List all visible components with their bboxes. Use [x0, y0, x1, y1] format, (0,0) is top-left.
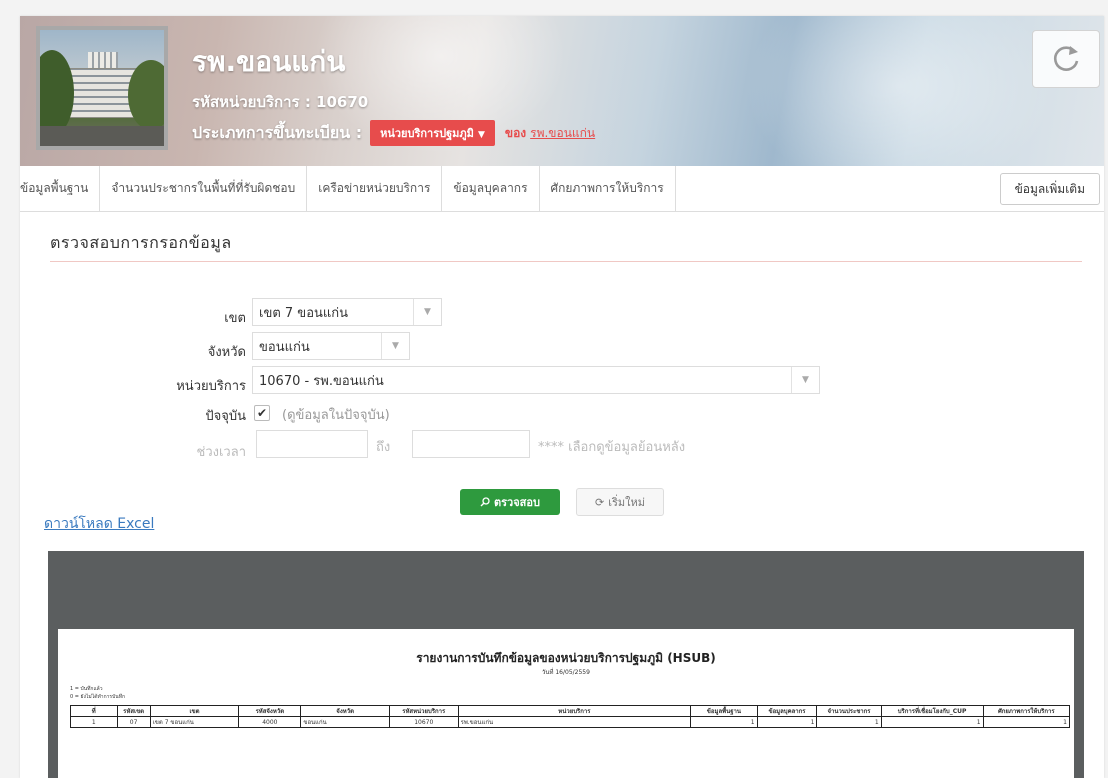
unit-value: 10670 - รพ.ขอนแก่น [259, 373, 384, 389]
zone-value: เขต 7 ขอนแก่น [259, 305, 349, 321]
current-note: (ดูข้อมูลในปัจจุบัน) [282, 408, 390, 423]
period-note: **** เลือกดูข้อมูลย้อนหลัง [538, 440, 686, 455]
table-cell: 1 [982, 716, 1071, 728]
registration-label: ประเภทการขึ้นทะเบียน : [192, 122, 363, 142]
column-header: รหัสเขต [116, 705, 151, 717]
reset-icon: ⟳ [594, 495, 605, 509]
unit-select[interactable]: 10670 - รพ.ขอนแก่น ▼ [252, 366, 820, 394]
column-header: ที่ [70, 705, 118, 717]
column-header: รหัสหน่วยบริการ [388, 705, 459, 717]
table-cell: 07 [116, 716, 151, 728]
hospital-photo [36, 26, 168, 150]
download-excel-link[interactable]: ดาวน์โหลด Excel [44, 513, 154, 535]
column-header: หน่วยบริการ [457, 705, 692, 717]
refresh-button[interactable] [1032, 30, 1100, 88]
period-end-input[interactable] [412, 430, 530, 458]
of-label: ของ [504, 125, 527, 140]
province-select[interactable]: ขอนแก่น ▼ [252, 332, 410, 360]
unit-code: รหัสหน่วยบริการ : 10670 [192, 93, 369, 111]
table-cell: 1 [756, 716, 818, 728]
reset-button-label: เริ่มใหม่ [608, 496, 645, 509]
table-cell: เขต 7 ขอนแก่น [149, 716, 240, 728]
parent-unit-link[interactable]: รพ.ขอนแก่น [530, 124, 595, 143]
report-date: วันที่ 16/05/2559 [542, 669, 590, 676]
table-row: 1 07 เขต 7 ขอนแก่น 4000 ขอนแก่น 10670 รพ… [70, 716, 1071, 728]
check-button-label: ตรวจสอบ [494, 496, 540, 509]
tab-network[interactable]: เครือข่ายหน่วยบริการ [307, 166, 443, 211]
reset-button[interactable]: ⟳ เริ่มใหม่ [576, 488, 664, 516]
current-label: ปัจจุบัน [205, 409, 246, 424]
search-icon [480, 497, 490, 507]
report-header-row: ที่ รหัสเขต เขต รหัสจังหวัด จังหวัด รหัส… [70, 705, 1071, 717]
unit-label: หน่วยบริการ [176, 379, 246, 394]
column-header: เขต [149, 705, 240, 717]
table-cell: รพ.ขอนแก่น [457, 716, 692, 728]
report-sheet: รายงานการบันทึกข้อมูลของหน่วยบริการปฐมภู… [58, 629, 1074, 778]
table-cell: 1 [690, 716, 758, 728]
report-viewer: รายงานการบันทึกข้อมูลของหน่วยบริการปฐมภู… [48, 551, 1084, 778]
table-cell: 4000 [238, 716, 302, 728]
registration-type-dropdown[interactable]: หน่วยบริการปฐมภูมิ ▼ [370, 120, 495, 146]
page-title: ตรวจสอบการกรอกข้อมูล [50, 233, 232, 252]
tab-personnel[interactable]: ข้อมูลบุคลากร [442, 166, 540, 211]
tab-population[interactable]: จำนวนประชากรในพื้นที่ที่รับผิดชอบ [100, 166, 308, 211]
page: รพ.ขอนแก่น รหัสหน่วยบริการ : 10670 ประเภ… [20, 16, 1104, 778]
to-label: ถึง [376, 440, 391, 455]
hospital-name: รพ.ขอนแก่น [192, 45, 346, 78]
report-table: ที่ รหัสเขต เขต รหัสจังหวัด จังหวัด รหัส… [70, 705, 1071, 728]
period-start-input[interactable] [256, 430, 368, 458]
registration-row: ประเภทการขึ้นทะเบียน : หน่วยบริการปฐมภูม… [192, 120, 595, 146]
legend-saved: 1 = บันทึกแล้ว [70, 686, 103, 692]
hospital-banner: รพ.ขอนแก่น รหัสหน่วยบริการ : 10670 ประเภ… [20, 16, 1104, 166]
zone-label: เขต [224, 311, 246, 326]
table-cell: ขอนแก่น [300, 716, 390, 728]
more-info-button[interactable]: ข้อมูลเพิ่มเติม [999, 173, 1100, 205]
zone-select[interactable]: เขต 7 ขอนแก่น ▼ [252, 298, 442, 326]
table-cell: 1 [70, 716, 118, 728]
current-checkbox[interactable]: ✔ [254, 405, 270, 421]
column-header: จังหวัด [300, 705, 390, 717]
legend-unsaved: 0 = ยังไม่ได้ทำการบันทึก [70, 694, 126, 700]
column-header: ข้อมูลพื้นฐาน [690, 705, 758, 717]
registration-type-label: หน่วยบริการปฐมภูมิ [380, 127, 474, 140]
table-cell: 1 [880, 716, 984, 728]
chevron-down-icon: ▼ [381, 333, 409, 359]
column-header: ศักยภาพการให้บริการ [982, 705, 1071, 717]
column-header: ข้อมูลบุคลากร [756, 705, 818, 717]
column-header: รหัสจังหวัด [238, 705, 302, 717]
check-button[interactable]: ตรวจสอบ [460, 489, 560, 515]
chevron-down-icon: ▼ [413, 299, 441, 325]
table-cell: 1 [816, 716, 882, 728]
period-label: ช่วงเวลา [196, 445, 246, 460]
tab-capability[interactable]: ศักยภาพการให้บริการ [540, 166, 676, 211]
refresh-icon [1053, 46, 1079, 71]
province-label: จังหวัด [207, 345, 246, 360]
caret-down-icon: ▼ [477, 130, 485, 140]
report-title: รายงานการบันทึกข้อมูลของหน่วยบริการปฐมภู… [416, 651, 716, 665]
main-nav: ข้อมูลพื้นฐาน จำนวนประชากรในพื้นที่ที่รั… [20, 166, 1104, 212]
column-header: บริการที่เชื่อมโยงกับ_CUP [880, 705, 984, 717]
chevron-down-icon: ▼ [791, 367, 819, 393]
title-divider [50, 261, 1082, 262]
column-header: จำนวนประชากร [816, 705, 882, 717]
province-value: ขอนแก่น [259, 339, 310, 355]
tab-basic-info[interactable]: ข้อมูลพื้นฐาน [20, 166, 101, 211]
table-cell: 10670 [388, 716, 459, 728]
